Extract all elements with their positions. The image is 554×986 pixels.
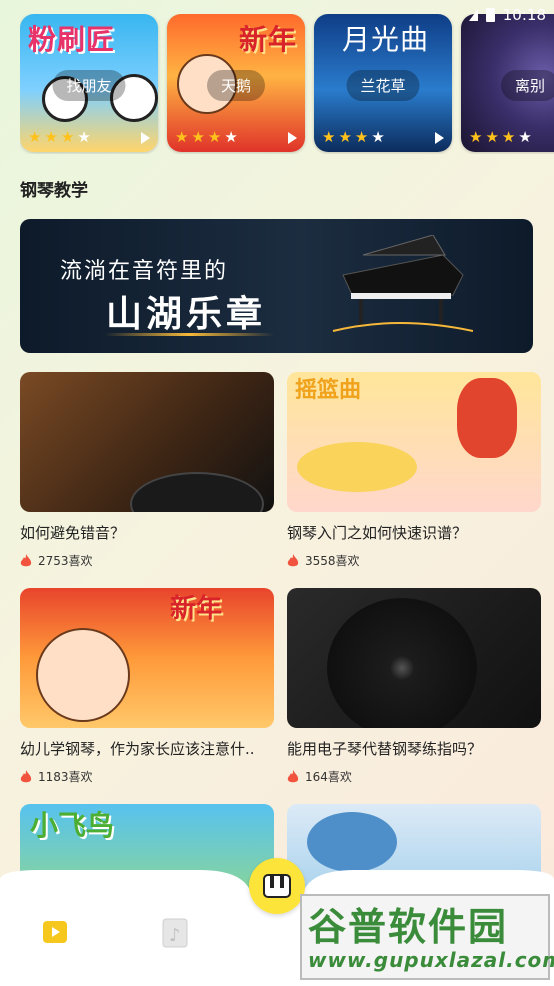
cover-title: 粉刷匠	[28, 23, 116, 56]
likes-row: 2753喜欢	[20, 552, 274, 569]
star-rating: ★ ★ ★ ★	[469, 128, 532, 146]
star-icon: ★	[354, 128, 369, 146]
star-icon: ★	[338, 128, 352, 146]
star-icon: ★	[60, 128, 75, 146]
promo-banner[interactable]: 流淌在音符里的 山湖乐章	[20, 219, 533, 353]
star-icon: ★	[28, 128, 42, 146]
song-name: 天鹅	[206, 70, 266, 101]
lesson-title: 能用电子琴代替钢琴练指吗？	[287, 740, 483, 758]
lesson-title: 钢琴入门之如何快速识谱？	[287, 524, 468, 542]
lesson-thumbnail	[287, 588, 541, 728]
lesson-card[interactable]: 能用电子琴代替钢琴练指吗？ 164喜欢	[287, 588, 541, 785]
song-name: 找朋友	[52, 70, 126, 101]
fire-icon	[20, 553, 32, 566]
lesson-title: 幼儿学钢琴，作为家长应该注意什..	[20, 740, 255, 758]
star-rating: ★ ★ ★ ★	[322, 128, 385, 146]
piano-keys-icon	[263, 874, 291, 898]
likes-count: 164喜欢	[305, 770, 352, 784]
play-icon[interactable]	[141, 132, 150, 144]
likes-row: 3558喜欢	[287, 552, 541, 569]
star-rating: ★ ★ ★ ★	[175, 128, 238, 146]
girl-hair	[457, 378, 517, 458]
cover-title: 新年	[239, 23, 298, 56]
song-name: 兰花草	[346, 70, 420, 101]
star-icon: ★	[371, 128, 385, 146]
star-icon: ★	[469, 128, 483, 146]
star-icon: ★	[501, 128, 516, 146]
nav-music-tab[interactable]: ♪	[160, 917, 200, 957]
likes-count: 3558喜欢	[305, 554, 360, 568]
watermark-title: 谷普软件园	[308, 905, 509, 949]
fire-icon	[287, 769, 299, 782]
globe-shape	[307, 812, 397, 872]
thumbnail-text: 小飞鸟	[30, 809, 115, 842]
star-icon: ★	[518, 128, 532, 146]
grand-piano-icon	[332, 235, 473, 332]
svg-text:♪: ♪	[169, 925, 181, 946]
lesson-card[interactable]: 摇篮曲 钢琴入门之如何快速识谱？ 3558喜欢	[287, 372, 541, 569]
star-icon: ★	[191, 128, 205, 146]
star-icon: ★	[77, 128, 91, 146]
video-icon	[43, 921, 67, 943]
lesson-thumbnail: 新年	[20, 588, 274, 728]
star-icon: ★	[322, 128, 336, 146]
song-name: 离别	[500, 70, 554, 101]
banner-glow-line	[104, 333, 274, 336]
wifi-icon	[468, 9, 478, 21]
lesson-thumbnail	[20, 372, 274, 512]
star-icon: ★	[224, 128, 238, 146]
lesson-card[interactable]: 新年 幼儿学钢琴，作为家长应该注意什.. 1183喜欢	[20, 588, 274, 785]
star-icon: ★	[175, 128, 189, 146]
song-card[interactable]: 新年 天鹅 ★ ★ ★ ★	[167, 14, 305, 152]
banner-line2: 山湖乐章	[106, 293, 267, 335]
record-disc	[130, 472, 264, 512]
star-icon: ★	[44, 128, 58, 146]
play-icon[interactable]	[435, 132, 444, 144]
lesson-card[interactable]: 如何避免错音？ 2753喜欢	[20, 372, 274, 569]
likes-count: 2753喜欢	[38, 554, 93, 568]
likes-count: 1183喜欢	[38, 770, 93, 784]
likes-row: 164喜欢	[287, 768, 541, 785]
star-icon: ★	[207, 128, 222, 146]
watermark-logo: 谷普软件园 www.gupuxlazal.com	[300, 894, 554, 980]
lesson-thumbnail: 摇篮曲	[287, 372, 541, 512]
fire-icon	[20, 769, 32, 782]
nav-video-tab[interactable]	[40, 917, 80, 957]
likes-row: 1183喜欢	[20, 768, 274, 785]
record-disc	[327, 598, 477, 728]
piano-keys-button[interactable]	[249, 858, 305, 914]
star-icon: ★	[485, 128, 499, 146]
fire-icon	[287, 553, 299, 566]
girl-figure	[36, 628, 130, 722]
status-bar: 10:18	[346, 0, 554, 30]
banner-line1: 流淌在音符里的	[60, 259, 229, 284]
song-carousel[interactable]: 粉刷匠 找朋友 ★ ★ ★ ★ 新年 天鹅 ★ ★ ★ ★ 月光曲 兰花草 ★ ★ ★ ★	[20, 14, 554, 154]
song-card[interactable]: 月光曲 兰花草 ★ ★ ★ ★	[314, 14, 452, 152]
watermark-url: www.gupuxlazal.com	[308, 948, 554, 972]
play-icon[interactable]	[288, 132, 297, 144]
cradle	[297, 442, 417, 492]
star-rating: ★ ★ ★ ★	[28, 128, 91, 146]
battery-icon	[485, 8, 495, 22]
status-time: 10:18	[502, 6, 546, 24]
music-score-icon: ♪	[162, 918, 188, 948]
lesson-title: 如何避免错音？	[20, 524, 126, 542]
song-card[interactable]: 离别 ★ ★ ★ ★	[461, 14, 554, 152]
thumbnail-text: 摇篮曲	[295, 378, 362, 403]
section-title: 钢琴教学	[20, 181, 88, 201]
thumbnail-text: 新年	[170, 594, 223, 624]
song-card[interactable]: 粉刷匠 找朋友 ★ ★ ★ ★	[20, 14, 158, 152]
